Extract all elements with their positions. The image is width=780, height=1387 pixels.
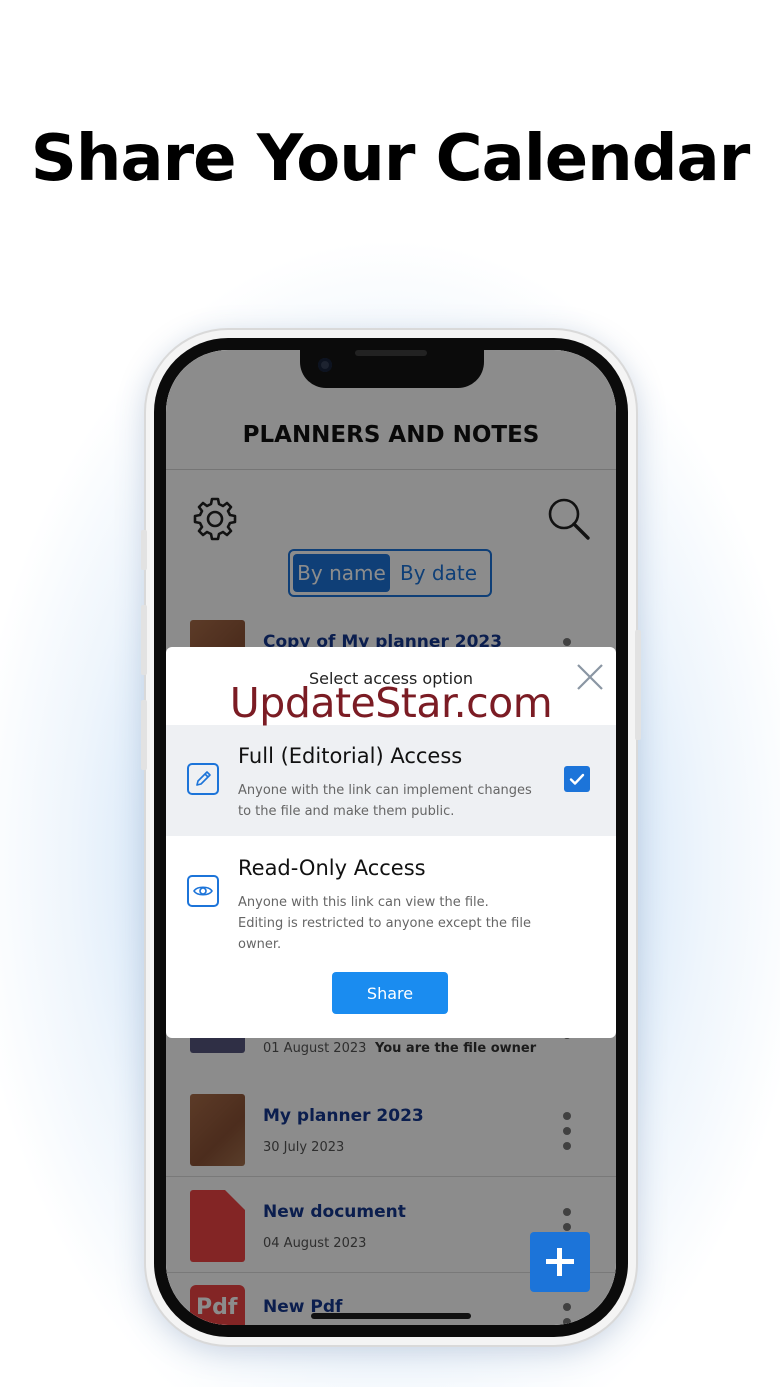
power-button [635, 630, 641, 740]
phone-screen: PLANNERS AND NOTES By name By date Copy … [166, 350, 616, 1325]
notch [300, 350, 484, 388]
check-icon [569, 773, 585, 785]
side-button [141, 530, 147, 570]
option-title: Read-Only Access [238, 856, 426, 880]
access-dialog: Select access option UpdateStar.com Full… [166, 647, 616, 1038]
option-description: Anyone with this link can view the file.… [238, 895, 531, 952]
page-headline: Share Your Calendar [30, 122, 751, 196]
phone-bezel: PLANNERS AND NOTES By name By date Copy … [154, 338, 628, 1337]
volume-up-button [141, 605, 147, 675]
pencil-icon [187, 763, 219, 795]
watermark: UpdateStar.com [229, 679, 553, 727]
checkbox-checked[interactable] [564, 766, 590, 792]
option-read-only-access[interactable]: Read-Only Access Anyone with this link c… [166, 837, 616, 952]
eye-icon [187, 875, 219, 907]
add-button[interactable] [530, 1232, 590, 1292]
option-description: Anyone with the link can implement chang… [238, 783, 532, 819]
volume-down-button [141, 700, 147, 770]
phone-frame: PLANNERS AND NOTES By name By date Copy … [141, 330, 641, 1345]
option-title: Full (Editorial) Access [238, 744, 463, 768]
speaker [355, 350, 427, 356]
option-full-access[interactable]: Full (Editorial) Access Anyone with the … [166, 725, 616, 836]
camera-icon [318, 358, 332, 372]
home-indicator [311, 1313, 471, 1319]
share-button[interactable]: Share [332, 972, 448, 1014]
